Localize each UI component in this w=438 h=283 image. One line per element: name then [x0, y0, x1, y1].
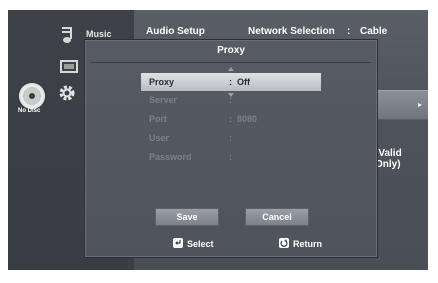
- right-arrow-icon: [418, 103, 422, 107]
- user-label: User: [149, 133, 170, 143]
- port-value: 8080: [237, 114, 258, 124]
- port-label: Port: [149, 114, 167, 124]
- tv-screen: Music No Disc Audio Setup Network Select…: [8, 10, 428, 270]
- return-key-icon: [279, 238, 289, 248]
- music-label: Music: [86, 29, 112, 39]
- password-row: Password :: [141, 148, 321, 166]
- proxy-dialog: Proxy Proxy : Off Server : Port : 8080 U…: [84, 39, 378, 258]
- server-row: Server :: [141, 91, 321, 109]
- setup-gear-icon[interactable]: [56, 82, 78, 104]
- dialog-title: Proxy: [217, 45, 245, 56]
- user-colon: :: [229, 133, 232, 143]
- server-label: Server: [149, 95, 178, 105]
- music-icon[interactable]: [58, 24, 80, 46]
- return-hint: Return: [279, 238, 322, 249]
- valid-only-label: (Valid Only): [375, 148, 402, 170]
- save-button[interactable]: Save: [155, 208, 219, 226]
- cancel-button[interactable]: Cancel: [245, 208, 309, 226]
- scroll-up-icon: [228, 67, 234, 71]
- proxy-colon: :: [229, 77, 232, 87]
- return-hint-label: Return: [293, 239, 322, 249]
- title-divider: [91, 62, 371, 63]
- enter-key-icon: [173, 238, 183, 248]
- network-colon: :: [347, 26, 351, 37]
- proxy-value: Off: [237, 77, 250, 87]
- select-hint-label: Select: [187, 239, 214, 249]
- no-disc-label: No Disc: [18, 108, 41, 114]
- network-selection-label: Network Selection: [248, 26, 335, 37]
- proxy-label: Proxy: [149, 77, 175, 87]
- select-hint: Select: [173, 238, 214, 249]
- proxy-row[interactable]: Proxy : Off: [141, 73, 321, 91]
- photo-icon[interactable]: [58, 56, 80, 78]
- password-colon: :: [229, 152, 232, 162]
- audio-setup-label: Audio Setup: [146, 26, 205, 37]
- port-colon: :: [229, 114, 232, 124]
- user-row: User :: [141, 129, 321, 147]
- network-value: Cable: [360, 26, 388, 37]
- password-label: Password: [149, 152, 192, 162]
- port-row: Port : 8080: [141, 110, 321, 128]
- server-colon: :: [229, 95, 232, 105]
